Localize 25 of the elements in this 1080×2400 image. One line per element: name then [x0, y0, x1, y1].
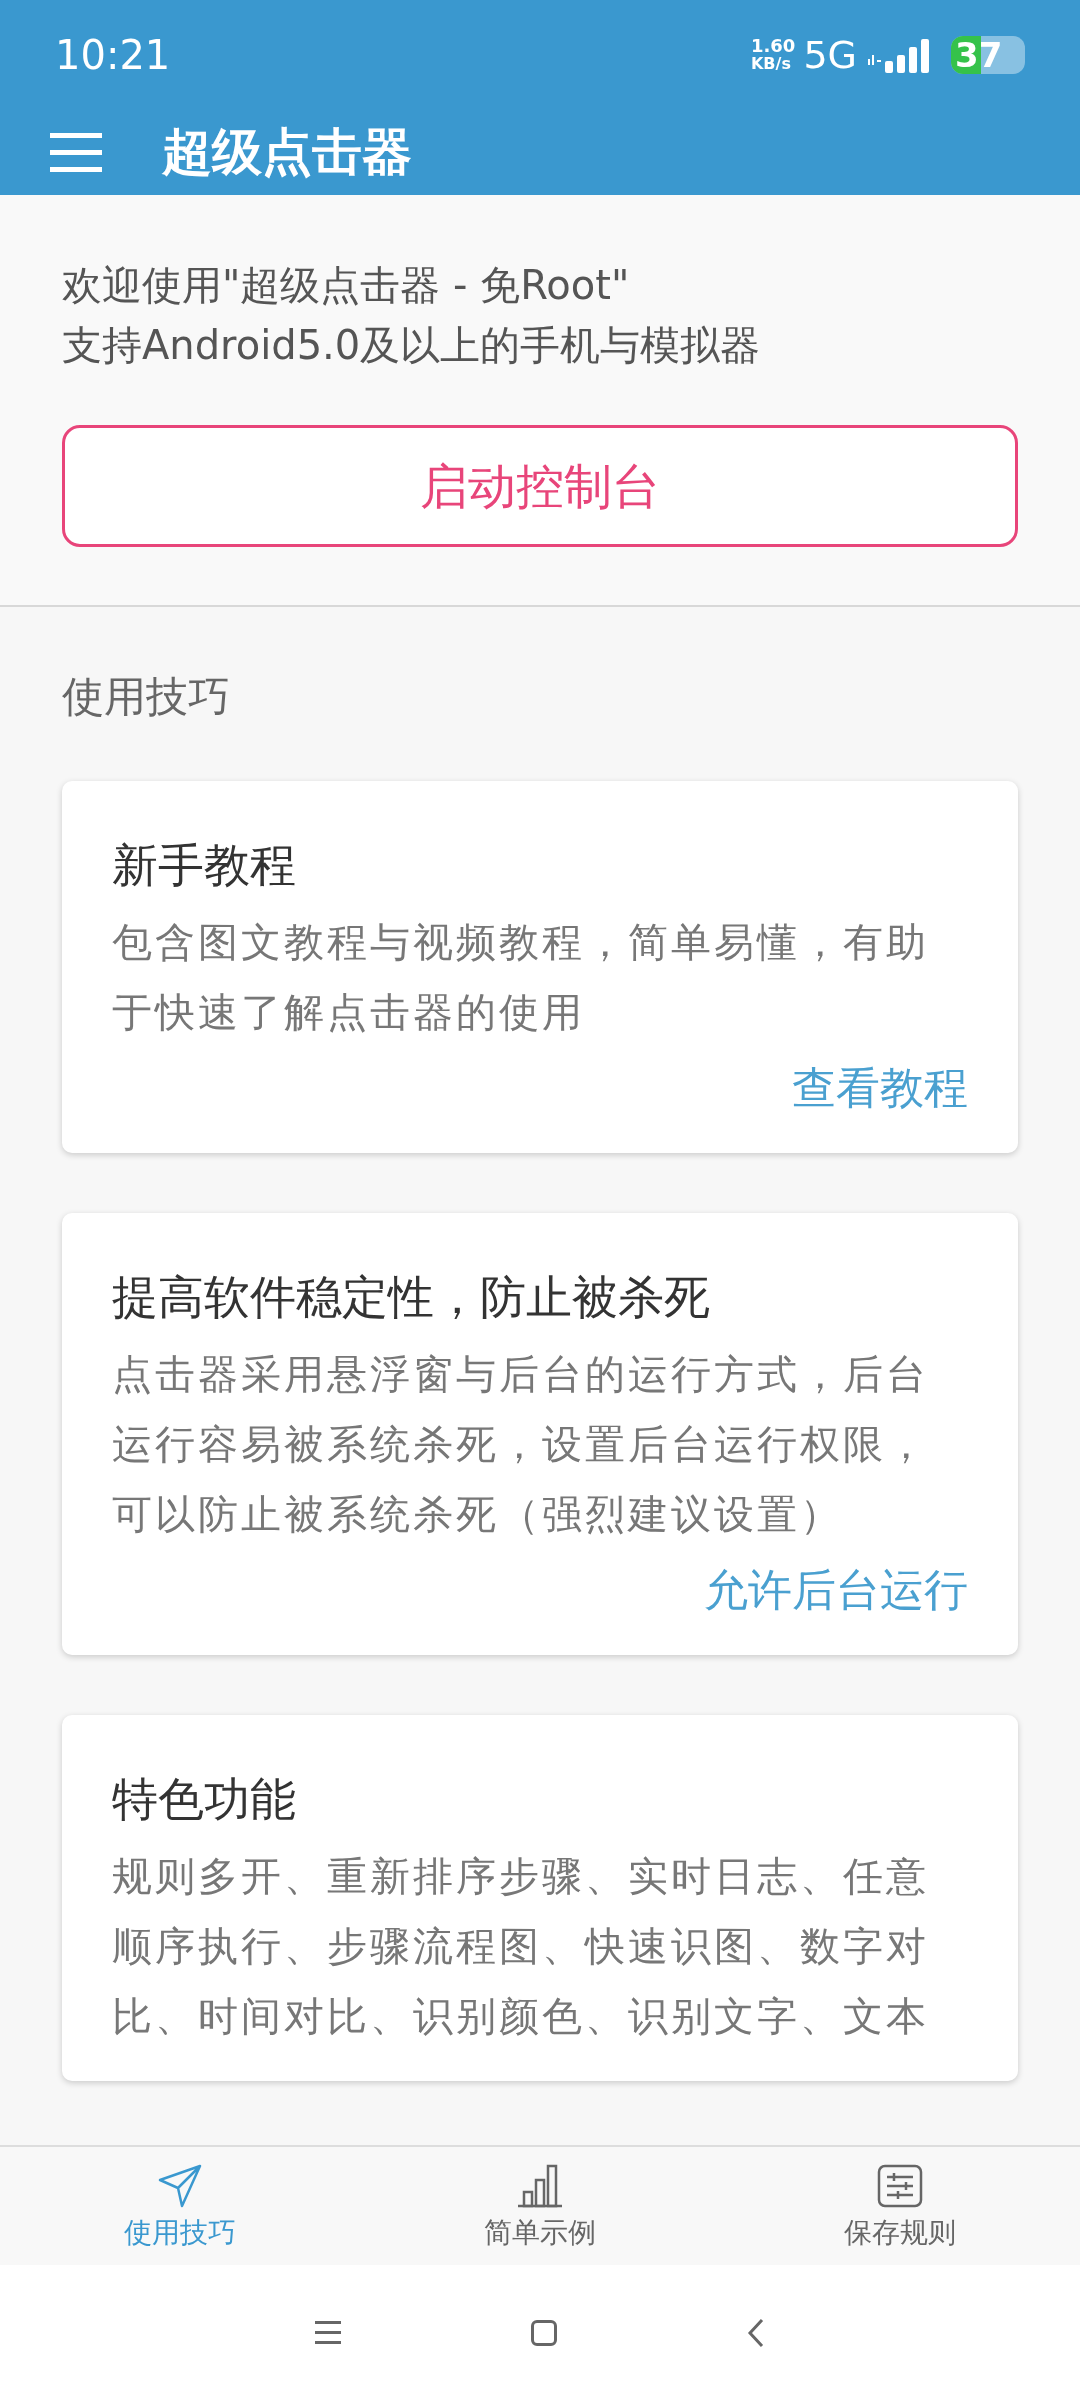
card-link[interactable]: 查看教程 — [792, 1053, 968, 1123]
card-title: 特色功能 — [112, 1771, 297, 1828]
nav-tab[interactable]: 使用技巧 — [0, 2147, 360, 2265]
nav-tab[interactable]: 简单示例 — [360, 2147, 720, 2265]
status-time: 10:21 — [55, 31, 171, 80]
card-description: 规则多开、重新排序步骤、实时日志、任意顺序执行、步骤流程图、快速识图、数字对比、时间对比、识别颜色、识别文字、文本 — [112, 1852, 930, 2041]
card-title: 新手教程 — [112, 837, 297, 894]
menu-icon[interactable] — [50, 133, 102, 172]
nav-tab[interactable]: 保存规则 — [720, 2147, 1080, 2265]
network-speed: 1.60 KB/s — [750, 37, 796, 73]
section-title: 使用技巧 — [62, 671, 231, 723]
recents-icon[interactable] — [315, 2321, 341, 2344]
welcome-text: 欢迎使用"超级点击器 - 免Root" — [62, 261, 631, 310]
start-console-button[interactable]: 启动控制台 — [62, 425, 1018, 547]
card-description: 点击器采用悬浮窗与后台的运行方式，后台运行容易被系统杀死，设置后台运行权限，可以防止被系统杀死（强烈建议设置） — [112, 1350, 930, 1539]
sliders-icon — [875, 2162, 925, 2210]
network-type: 5G — [803, 31, 857, 79]
card-link[interactable]: 允许后台运行 — [704, 1555, 968, 1625]
back-icon[interactable] — [747, 2317, 765, 2348]
welcome-text: 支持Android5.0及以上的手机与模拟器 — [62, 321, 762, 370]
home-icon[interactable] — [531, 2319, 557, 2346]
app-title: 超级点击器 — [162, 122, 412, 183]
card-description: 包含图文教程与视频教程，简单易懂，有助于快速了解点击器的使用 — [112, 918, 930, 1037]
bar-chart-icon — [515, 2162, 565, 2210]
card-title: 提高软件稳定性，防止被杀死 — [112, 1269, 711, 1326]
